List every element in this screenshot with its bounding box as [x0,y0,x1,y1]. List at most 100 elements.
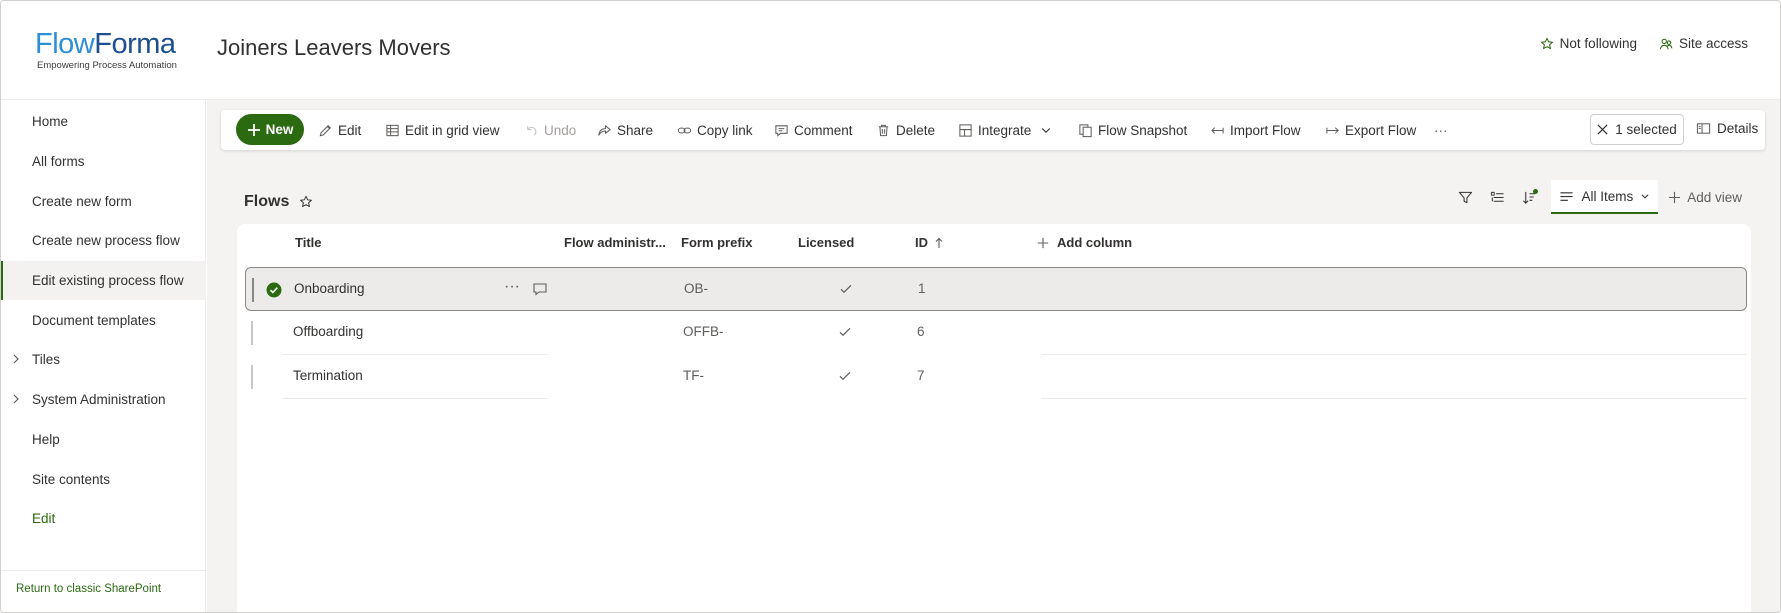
row-id: 7 [917,368,925,383]
command-bar: New Edit Edit in grid view Undo Share Co… [221,110,1765,150]
nav-item-document-templates[interactable]: Document templates [1,300,206,340]
licensed-check-icon [839,371,851,381]
view-toolbar: All Items Add view [1449,180,1752,214]
comment-button[interactable]: Comment [774,121,853,139]
undo-button[interactable]: Undo [524,121,576,139]
integrate-icon [959,123,972,137]
header-actions: Not following Site access [1540,36,1748,51]
nav-item-tiles[interactable]: Tiles [1,340,206,380]
column-header-form-prefix[interactable]: Form prefix [681,235,753,250]
left-navigation: Home All forms Create new form Create ne… [1,100,206,612]
details-pane-icon [1696,123,1711,134]
row-form-prefix: OB- [684,281,709,296]
filter-button[interactable] [1449,180,1481,214]
column-header-title[interactable]: Title [295,235,322,250]
column-header-id[interactable]: ID [915,235,944,250]
trash-icon [878,124,889,136]
nav-item-system-administration[interactable]: System Administration [1,380,206,420]
edit-button[interactable]: Edit [318,121,361,139]
classic-footer: Return to classic SharePoint [1,570,206,612]
edit-grid-view-button[interactable]: Edit in grid view [385,121,500,139]
table-row[interactable]: Termination TF- 7 [245,355,1747,399]
view-selector[interactable]: All Items [1551,180,1659,214]
pencil-icon [319,124,332,136]
clear-selection-button[interactable]: 1 selected [1590,114,1684,145]
more-icon: ··· [1434,122,1448,138]
close-icon [1597,124,1608,135]
nav-item-create-new-process-flow[interactable]: Create new process flow [1,221,206,261]
table-row[interactable]: Offboarding OFFB- 6 [245,311,1747,355]
people-icon [1659,38,1673,49]
site-access-label: Site access [1678,36,1748,51]
new-button[interactable]: New [236,114,304,145]
chevron-down-icon [1042,128,1051,134]
flowforma-logo[interactable]: FlowForma Empowering Process Automation [35,29,195,73]
nav-edit-link[interactable]: Edit [1,499,206,539]
row-id: 1 [918,281,926,296]
site-title[interactable]: Joiners Leavers Movers [217,35,451,61]
list-title: Flows [244,193,313,211]
plus-icon [247,123,260,136]
link-icon [677,127,692,133]
nav-item-home[interactable]: Home [1,102,206,142]
plus-icon [1669,191,1681,203]
column-header-licensed[interactable]: Licensed [798,235,854,250]
nav-item-create-new-form[interactable]: Create new form [1,181,206,221]
follow-button[interactable]: Not following [1540,36,1637,51]
share-icon [598,124,611,136]
chevron-down-icon [1641,194,1649,199]
chevron-right-icon[interactable] [10,353,22,365]
sort-active-dot [1533,189,1539,194]
import-flow-button[interactable]: Import Flow [1210,121,1301,139]
delete-button[interactable]: Delete [876,121,935,139]
column-header-flow-admin[interactable]: Flow administr... [564,235,666,250]
row-title[interactable]: Offboarding [293,324,363,339]
row-more-button[interactable]: ··· [504,278,520,296]
details-button[interactable]: Details [1696,121,1758,136]
row-form-prefix: OFFB- [683,324,724,339]
more-commands-button[interactable]: ··· [1434,121,1448,139]
share-button[interactable]: Share [597,121,653,139]
nav-item-all-forms[interactable]: All forms [1,142,206,182]
nav-item-edit-existing-process-flow[interactable]: Edit existing process flow [1,260,206,301]
table-row[interactable]: Onboarding ··· OB- 1 [245,267,1747,311]
grid-icon [386,124,399,136]
nav-item-help[interactable]: Help [1,420,206,460]
add-view-button[interactable]: Add view [1658,180,1752,214]
comment-icon[interactable] [532,281,548,297]
licensed-check-icon [839,327,851,337]
favorite-star-icon[interactable] [299,195,313,209]
flows-list: Title Flow administr... Form prefix Lice… [237,224,1751,612]
nav-list: Home All forms Create new form Create ne… [1,102,206,539]
import-arrow-icon [1211,126,1224,134]
logo-forma: Forma [94,28,176,60]
app-window: FlowForma Empowering Process Automation … [0,0,1781,613]
group-by-button[interactable] [1481,180,1513,214]
sort-ascending-icon [935,237,943,248]
comment-icon [775,124,788,137]
nav-item-site-contents[interactable]: Site contents [1,459,206,499]
snapshot-icon [1079,123,1092,137]
row-form-prefix: TF- [683,368,704,383]
star-icon [1540,37,1553,49]
return-to-classic-link[interactable]: Return to classic SharePoint [16,583,161,595]
logo-tagline: Empowering Process Automation [37,60,177,71]
export-arrow-icon [1326,126,1339,134]
plus-icon [1037,237,1049,248]
copy-link-button[interactable]: Copy link [677,121,753,139]
licensed-check-icon [840,284,852,294]
row-title[interactable]: Onboarding [294,281,365,296]
row-title[interactable]: Termination [293,368,363,383]
export-flow-button[interactable]: Export Flow [1325,121,1416,139]
site-access-button[interactable]: Site access [1659,36,1748,51]
site-header: FlowForma Empowering Process Automation … [1,1,1780,100]
view-list-icon [1560,191,1574,201]
selected-check-icon[interactable] [266,282,282,298]
row-id: 6 [917,324,925,339]
add-column-button[interactable]: Add column [1037,235,1132,250]
main-content: New Edit Edit in grid view Undo Share Co… [207,100,1780,612]
integrate-button[interactable]: Integrate [958,121,1052,139]
sort-button[interactable] [1513,180,1545,214]
flow-snapshot-button[interactable]: Flow Snapshot [1078,121,1187,139]
chevron-right-icon[interactable] [10,393,22,405]
